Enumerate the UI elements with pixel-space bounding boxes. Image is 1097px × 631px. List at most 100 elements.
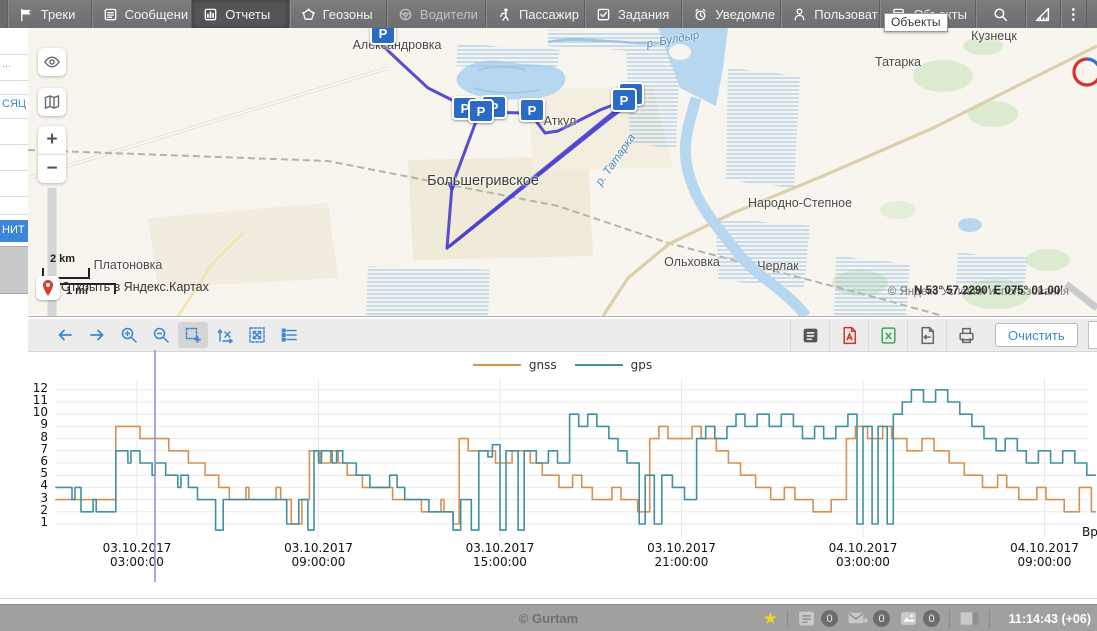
x-tick-label: 03.10.201721:00:00: [622, 541, 742, 569]
x-tick-label: 03.10.201715:00:00: [440, 541, 560, 569]
excel-file-icon: [879, 326, 898, 345]
eye-icon: [43, 53, 61, 71]
media-count-badge: 0: [923, 610, 940, 627]
y-tick-label: 10: [28, 405, 48, 419]
tab-label: Треки: [41, 7, 76, 22]
export-pdf-button[interactable]: [829, 319, 868, 351]
zoom-x-axis-icon: [216, 326, 234, 344]
clear-button[interactable]: Очистить: [995, 323, 1078, 347]
visibility-button[interactable]: [38, 48, 66, 76]
y-tick-label: 6: [28, 454, 48, 468]
map-place-label: Александровка: [353, 38, 442, 52]
x-tick-label: 04.10.201709:00:00: [985, 541, 1097, 569]
tab-notifications[interactable]: Уведомле: [682, 0, 781, 28]
user-icon: [792, 7, 807, 22]
fit-screen-icon: [248, 326, 266, 344]
more-menu-button[interactable]: ⋮: [1061, 0, 1087, 28]
panel-fragment: ...: [2, 58, 11, 70]
map-place-label: Татарка: [875, 55, 921, 69]
y-tick-label: 9: [28, 417, 48, 431]
y-tick-label: 5: [28, 466, 48, 480]
partial-tab: [0, 0, 8, 28]
layout-panel-icon[interactable]: [959, 609, 980, 628]
tab-tracks[interactable]: Треки: [8, 0, 92, 28]
chart-back-button[interactable]: [50, 322, 80, 348]
parking-marker[interactable]: P: [611, 88, 637, 112]
vertical-dots-icon: ⋮: [1066, 5, 1081, 23]
mail-icon[interactable]: [847, 609, 868, 628]
cursor-coordinates: N 53° 57.2290' E 075° 01.00': [914, 285, 1063, 297]
tab-users[interactable]: Пользоват: [781, 0, 880, 28]
export-file-button[interactable]: [907, 319, 946, 351]
legend-list-icon: [280, 326, 298, 344]
open-in-yandex-link[interactable]: Открыть в Яндекс.Картах: [61, 280, 209, 294]
x-axis-title: Время: [1082, 525, 1097, 539]
chart-toolbar: Очистить: [28, 319, 1097, 352]
tools-button[interactable]: [1026, 0, 1061, 28]
tab-reports[interactable]: Отчеты: [192, 0, 289, 28]
search-button[interactable]: [976, 0, 1026, 28]
map-place-label: Ольховка: [664, 255, 720, 269]
collapsed-left-panel[interactable]: ... СЯЦ НИТ: [0, 28, 29, 604]
zoom-in-icon: [120, 326, 138, 344]
map-canvas[interactable]: АлександровкаТатаркаКузнецкАткулБольшегр…: [28, 28, 1097, 316]
pdf-file-icon: [840, 326, 859, 345]
report-chart-icon: [203, 7, 218, 22]
report-template-icon: [801, 326, 820, 345]
map-pin-icon: [40, 279, 56, 298]
chart-zoom-in-button[interactable]: [114, 322, 144, 348]
map-place-label: Народно-Степное: [748, 196, 852, 210]
tab-label: Отчеты: [225, 7, 270, 22]
chart-fit-button[interactable]: [242, 322, 272, 348]
tab-drivers[interactable]: Водители: [387, 0, 486, 28]
chart-zoom-selection-button[interactable]: [178, 322, 208, 348]
map-base-layer: [28, 28, 1097, 316]
plus-icon: +: [46, 129, 57, 151]
tab-messages[interactable]: Сообщени: [92, 0, 193, 28]
month-link-fragment[interactable]: СЯЦ: [2, 98, 26, 110]
arrow-left-icon: [56, 326, 74, 344]
export-excel-button[interactable]: [868, 319, 907, 351]
y-tick-label: 4: [28, 478, 48, 492]
y-tick-label: 3: [28, 491, 48, 505]
tab-passengers[interactable]: Пассажир: [486, 0, 585, 28]
zoom-in-button[interactable]: +: [38, 126, 66, 154]
geofence-icon: [301, 7, 316, 22]
x-tick-label: 04.10.201703:00:00: [803, 541, 923, 569]
report-template-button[interactable]: [790, 319, 829, 351]
user-account-button[interactable]: SibirM: [1087, 0, 1097, 28]
tab-label: Уведомле: [715, 7, 775, 22]
execute-button-fragment[interactable]: НИТ: [0, 220, 28, 242]
chart-toolbar-left: [50, 319, 306, 351]
log-icon[interactable]: [797, 609, 816, 628]
message-icon: [103, 7, 118, 22]
y-tick-label: 11: [28, 393, 48, 407]
map-place-label: Большегривское: [427, 173, 539, 189]
zoom-out-button[interactable]: −: [38, 154, 66, 183]
zoom-out-icon: [152, 326, 170, 344]
tab-geofences[interactable]: Геозоны: [290, 0, 387, 28]
map-layers-button[interactable]: [38, 88, 66, 116]
favorites-star-icon[interactable]: ★: [763, 610, 778, 627]
chart-zoom-x-button[interactable]: [210, 322, 240, 348]
y-tick-label: 1: [28, 515, 48, 529]
arrow-right-icon: [88, 326, 106, 344]
parking-marker[interactable]: P: [519, 98, 545, 122]
chart-legend-button[interactable]: [274, 322, 304, 348]
map-view-toggle[interactable]: [1088, 321, 1097, 349]
status-bar: © Gurtam ★ 0 0 0 11:14:43 (+06): [0, 604, 1097, 631]
parking-marker[interactable]: P: [370, 28, 396, 45]
parking-marker[interactable]: P: [468, 99, 494, 123]
tab-jobs[interactable]: Задания: [585, 0, 682, 28]
media-icon[interactable]: [899, 609, 918, 628]
loading-spinner-icon: [1070, 55, 1097, 89]
yandex-logo-button[interactable]: [36, 276, 60, 300]
chart-zoom-out-button[interactable]: [146, 322, 176, 348]
alarm-clock-icon: [693, 7, 708, 22]
map-place-label: Кузнецк: [971, 29, 1017, 43]
flag-icon: [19, 7, 34, 22]
y-tick-label: 12: [28, 381, 48, 395]
chart-forward-button[interactable]: [82, 322, 112, 348]
print-button[interactable]: [946, 319, 985, 351]
chart-cursor-line: [154, 350, 156, 582]
